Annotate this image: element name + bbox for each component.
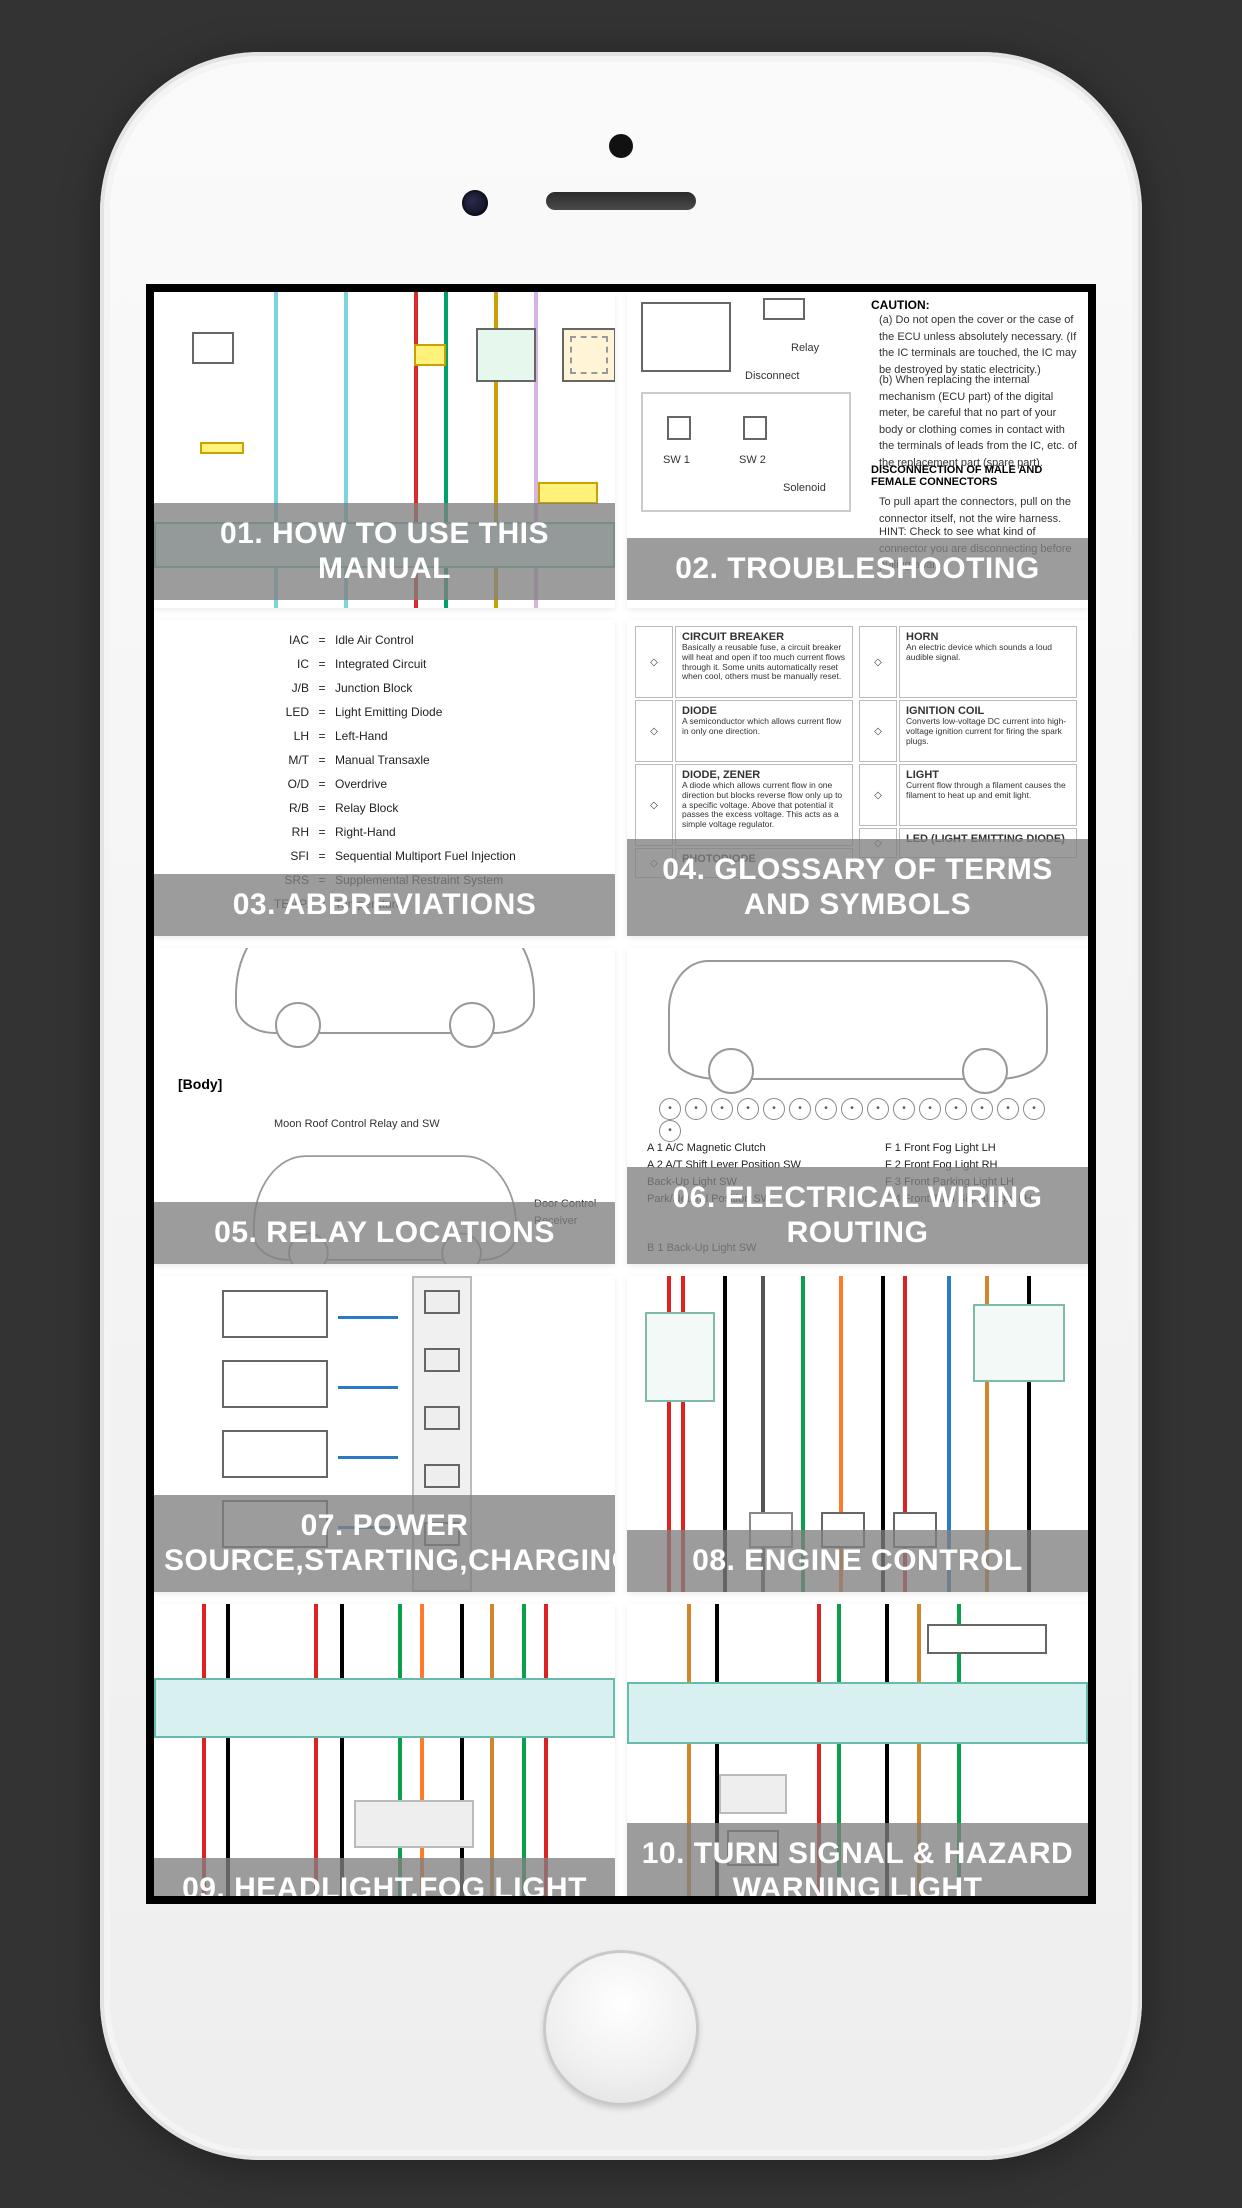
grid-item-label: 04. GLOSSARY OF TERMS AND SYMBOLS (627, 839, 1088, 936)
grid-item-03[interactable]: IAC=Idle Air ControlIC=Integrated Circui… (154, 620, 615, 936)
manual-grid: 01. HOW TO USE THIS MANUAL SW 1 SW 2 Sol… (154, 292, 1088, 1904)
grid-item-01[interactable]: 01. HOW TO USE THIS MANUAL (154, 292, 615, 608)
grid-item-label: 05. RELAY LOCATIONS (154, 1202, 615, 1265)
grid-item-label: 09. HEADLIGHT,FOG LIGHT (154, 1858, 615, 1905)
grid-item-08[interactable]: 08. ENGINE CONTROL (627, 1276, 1088, 1592)
device-frame: 01. HOW TO USE THIS MANUAL SW 1 SW 2 Sol… (100, 52, 1142, 2160)
grid-item-label: 03. ABBREVIATIONS (154, 874, 615, 937)
screen: 01. HOW TO USE THIS MANUAL SW 1 SW 2 Sol… (146, 284, 1096, 1904)
home-button[interactable] (543, 1950, 699, 2106)
grid-item-09[interactable]: 09. HEADLIGHT,FOG LIGHT (154, 1604, 615, 1904)
grid-item-label: 07. POWER SOURCE,STARTING,CHARGING (154, 1495, 615, 1592)
grid-item-07[interactable]: 07. POWER SOURCE,STARTING,CHARGING (154, 1276, 615, 1592)
grid-item-label: 10. TURN SIGNAL & HAZARD WARNING LIGHT (627, 1823, 1088, 1904)
proximity-sensor (609, 134, 633, 158)
earpiece-speaker (546, 192, 696, 210)
grid-item-05[interactable]: [Body] Moon Roof Control Relay and SW Do… (154, 948, 615, 1264)
grid-item-label: 08. ENGINE CONTROL (627, 1530, 1088, 1593)
grid-item-04[interactable]: CIRCUIT BREAKERBasically a reusable fuse… (627, 620, 1088, 936)
grid-item-06[interactable]: •••••••••••••••• A 1 A/C Magnetic Clutch… (627, 948, 1088, 1264)
content-scroll[interactable]: 01. HOW TO USE THIS MANUAL SW 1 SW 2 Sol… (154, 292, 1088, 1896)
grid-item-label: 06. ELECTRICAL WIRING ROUTING (627, 1167, 1088, 1264)
grid-item-02[interactable]: SW 1 SW 2 Solenoid Relay Disconnect CAUT… (627, 292, 1088, 608)
grid-item-label: 02. TROUBLESHOOTING (627, 538, 1088, 601)
grid-item-10[interactable]: 10. TURN SIGNAL & HAZARD WARNING LIGHT (627, 1604, 1088, 1904)
grid-item-label: 01. HOW TO USE THIS MANUAL (154, 503, 615, 600)
front-camera (462, 190, 488, 216)
